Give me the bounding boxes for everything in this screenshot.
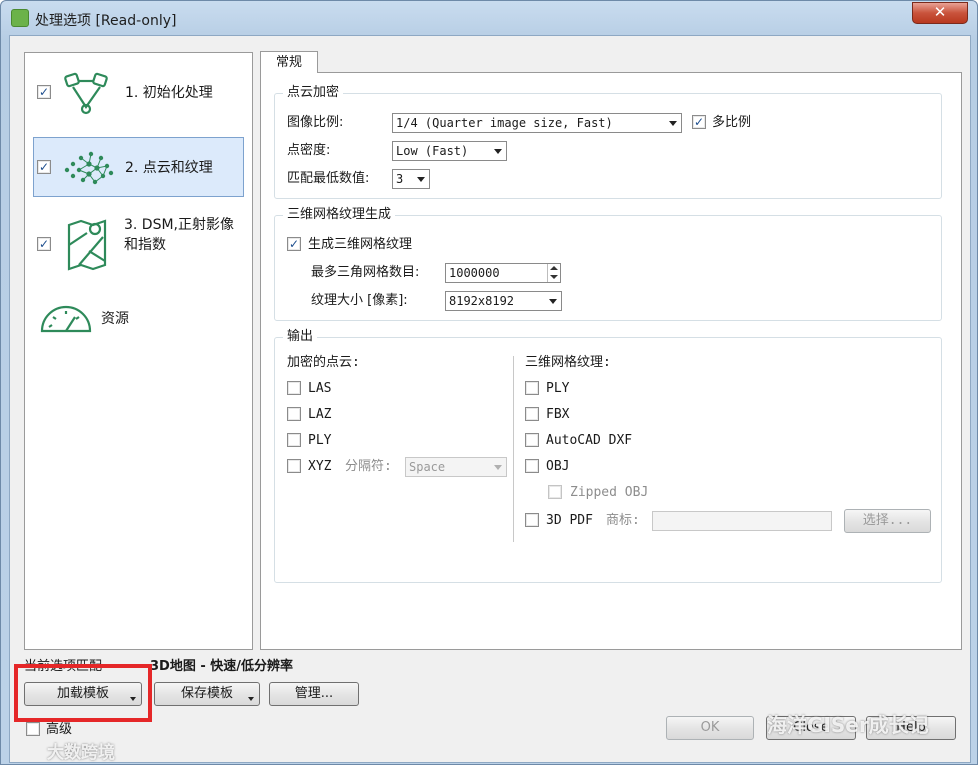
advanced-checkbox[interactable] <box>26 722 40 736</box>
min-matches-label: 匹配最低数值: <box>287 171 370 186</box>
texture-size-select[interactable]: 8192x8192 <box>445 291 562 311</box>
output-3dpdf-checkbox[interactable] <box>525 513 539 527</box>
output-las-label: LAS <box>308 381 332 396</box>
nav-item-initial-processing[interactable]: ✓ 1. 初始化处理 <box>33 65 244 125</box>
nav-label-resources: 资源 <box>101 311 129 327</box>
group-title-mesh: 三维网格纹理生成 <box>283 206 396 224</box>
dialog-client-area: ✓ 1. 初始化处理 ✓ 2. 点云和纹理 ✓ 3. DSM,正射影像 和指数 … <box>9 35 971 763</box>
pointcloud-output-heading: 加密的点云: <box>287 355 360 370</box>
output-dxf-label: AutoCAD DXF <box>546 433 633 448</box>
advanced-label: 高级 <box>46 722 73 737</box>
output-fbx-label: FBX <box>546 407 570 422</box>
watermark-left: 大数跨境 <box>47 743 115 763</box>
output-dxf-checkbox[interactable] <box>525 433 539 447</box>
point-density-select[interactable]: Low (Fast) <box>392 141 507 161</box>
output-obj-label: OBJ <box>546 459 570 474</box>
output-3dpdf-label: 3D PDF <box>546 513 593 528</box>
nav-checkbox-dsm-ortho[interactable]: ✓ <box>37 237 51 251</box>
nav-label-initial-processing: 1. 初始化处理 <box>125 85 213 101</box>
output-laz-label: LAZ <box>308 407 332 422</box>
window-title: 处理选项 [Read-only] <box>35 13 177 29</box>
group-title-output: 输出 <box>283 328 318 346</box>
output-column-divider <box>513 356 514 542</box>
output-ply-mesh-checkbox[interactable] <box>525 381 539 395</box>
resources-gauge-icon <box>40 305 92 333</box>
image-scale-select[interactable]: 1/4 (Quarter image size, Fast) <box>392 113 682 133</box>
output-laz-checkbox[interactable] <box>287 407 301 421</box>
template-name-text: 3D地图 - 快速/低分辨率 <box>150 659 294 674</box>
nav-checkbox-initial-processing[interactable]: ✓ <box>37 85 51 99</box>
options-nav-panel: ✓ 1. 初始化处理 ✓ 2. 点云和纹理 ✓ 3. DSM,正射影像 和指数 … <box>24 52 253 650</box>
pdf-logo-path-field[interactable] <box>652 511 832 531</box>
point-cloud-icon <box>64 151 114 185</box>
group-output: 输出 加密的点云: LAS LAZ PLY XYZ 分隔符: Space 三维网… <box>274 328 942 583</box>
red-highlight-annotation <box>14 664 152 722</box>
output-zipped-obj-label: Zipped OBJ <box>570 485 649 500</box>
multiscale-label: 多比例 <box>712 115 752 130</box>
delimiter-select[interactable]: Space <box>405 457 507 477</box>
output-ply-mesh-label: PLY <box>546 381 570 396</box>
app-logo-icon <box>11 9 29 27</box>
nav-checkbox-point-cloud[interactable]: ✓ <box>37 160 51 174</box>
max-triangles-label: 最多三角网格数目: <box>311 265 420 280</box>
group-title-densification: 点云加密 <box>283 84 344 102</box>
output-obj-checkbox[interactable] <box>525 459 539 473</box>
nav-label-dsm-ortho-line2: 和指数 <box>124 237 166 253</box>
generate-mesh-label: 生成三维网格纹理 <box>308 237 413 252</box>
output-xyz-label: XYZ <box>308 459 332 474</box>
nav-item-dsm-ortho[interactable]: ✓ 3. DSM,正射影像 和指数 <box>33 211 244 281</box>
nav-item-point-cloud[interactable]: ✓ 2. 点云和纹理 <box>33 137 244 197</box>
delimiter-label: 分隔符: <box>345 459 392 474</box>
min-matches-select[interactable]: 3 <box>392 169 430 189</box>
ok-button[interactable]: OK <box>666 716 754 740</box>
point-density-label: 点密度: <box>287 143 331 158</box>
save-template-button[interactable]: 保存模板 <box>154 682 260 706</box>
dsm-map-icon <box>67 219 107 271</box>
output-ply-pointcloud-label: PLY <box>308 433 332 448</box>
tab-general[interactable]: 常规 <box>260 51 318 73</box>
choose-logo-button[interactable]: 选择... <box>844 509 931 533</box>
title-bar[interactable]: 处理选项 [Read-only] ✕ <box>1 1 977 35</box>
spinner-arrows-icon[interactable] <box>547 264 560 282</box>
output-xyz-checkbox[interactable] <box>287 459 301 473</box>
generate-mesh-checkbox[interactable]: ✓ <box>287 237 301 251</box>
pdf-logo-label: 商标: <box>606 513 640 528</box>
window-close-button[interactable]: ✕ <box>912 2 968 24</box>
nav-label-point-cloud: 2. 点云和纹理 <box>125 160 213 176</box>
initial-processing-icon <box>64 72 108 115</box>
mesh-output-heading: 三维网格纹理: <box>525 355 611 370</box>
nav-label-dsm-ortho-line1: 3. DSM,正射影像 <box>124 217 235 233</box>
output-fbx-checkbox[interactable] <box>525 407 539 421</box>
texture-size-label: 纹理大小 [像素]: <box>311 293 408 308</box>
manage-templates-button[interactable]: 管理... <box>269 682 359 706</box>
output-las-checkbox[interactable] <box>287 381 301 395</box>
output-ply-pointcloud-checkbox[interactable] <box>287 433 301 447</box>
image-scale-label: 图像比例: <box>287 115 344 130</box>
dialog-window: 处理选项 [Read-only] ✕ ✓ 1. 初始化处理 ✓ 2. 点云和纹理… <box>0 0 978 765</box>
group-point-densification: 点云加密 图像比例: 1/4 (Quarter image size, Fast… <box>274 84 942 199</box>
max-triangles-spinbox[interactable]: 1000000 <box>445 263 561 283</box>
multiscale-checkbox[interactable]: ✓ <box>692 115 706 129</box>
watermark-right: 海洋GISer成长记 <box>767 713 929 737</box>
tab-panel-general: 点云加密 图像比例: 1/4 (Quarter image size, Fast… <box>260 72 962 650</box>
nav-item-resources[interactable]: 资源 <box>33 293 244 343</box>
group-mesh-generation: 三维网格纹理生成 ✓ 生成三维网格纹理 最多三角网格数目: 1000000 纹理… <box>274 206 942 321</box>
output-zipped-obj-checkbox[interactable] <box>548 485 562 499</box>
